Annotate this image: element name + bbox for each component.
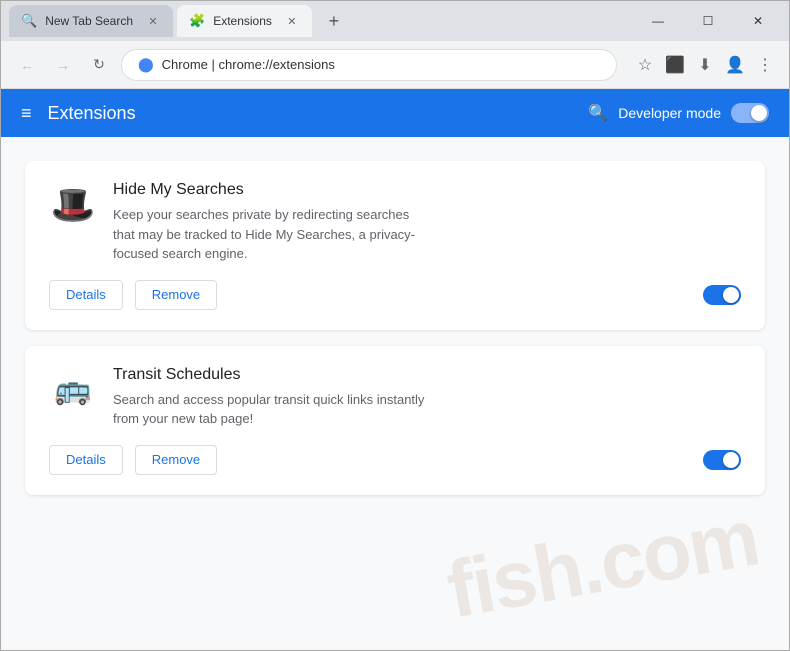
browser-window: 🔍 New Tab Search ✕ 🧩 Extensions ✕ + — ☐ … (0, 0, 790, 651)
extension-card-header-2: 🚌 Transit Schedules Search and access po… (49, 366, 741, 429)
extension-toggle-knob-2 (723, 452, 739, 468)
extension-info-2: Transit Schedules Search and access popu… (113, 366, 741, 429)
extension-puzzle-icon[interactable]: ⬛ (663, 53, 687, 77)
extension-toggle-2[interactable] (703, 450, 741, 470)
tab-new-tab-search[interactable]: 🔍 New Tab Search ✕ (9, 5, 173, 37)
developer-mode-toggle-knob (751, 105, 767, 121)
tab-extensions[interactable]: 🧩 Extensions ✕ (177, 5, 312, 37)
tab-label-new-tab-search: New Tab Search (45, 14, 133, 28)
title-bar: 🔍 New Tab Search ✕ 🧩 Extensions ✕ + — ☐ … (1, 1, 789, 41)
extensions-header: ≡ Extensions 🔍 Developer mode (1, 89, 789, 137)
extension-toggle-knob-1 (723, 287, 739, 303)
extension-actions-1: Details Remove (49, 280, 741, 310)
hamburger-menu-icon[interactable]: ≡ (21, 103, 32, 124)
extensions-content: fish.com 🎩 Hide My Searches Keep your se… (1, 137, 789, 650)
menu-dots-icon[interactable]: ⋮ (753, 53, 777, 77)
details-button-2[interactable]: Details (49, 445, 123, 475)
toolbar-icons: ☆ ⬛ ⬇ 👤 ⋮ (633, 53, 777, 77)
profile-icon[interactable]: 👤 (723, 53, 747, 77)
extension-toggle-1[interactable] (703, 285, 741, 305)
address-input[interactable]: ⬤ Chrome | chrome://extensions (121, 49, 617, 81)
developer-mode-label: Developer mode (618, 105, 721, 121)
remove-button-1[interactable]: Remove (135, 280, 217, 310)
address-text: Chrome | chrome://extensions (162, 57, 335, 72)
minimize-button[interactable]: — (635, 7, 681, 35)
maximize-button[interactable]: ☐ (685, 7, 731, 35)
back-button[interactable]: ← (13, 51, 41, 79)
transit-schedules-icon: 🚌 (49, 366, 97, 414)
address-bar: ← → ↻ ⬤ Chrome | chrome://extensions ☆ ⬛… (1, 41, 789, 89)
developer-mode-toggle[interactable] (731, 103, 769, 123)
developer-mode-section: 🔍 Developer mode (588, 103, 769, 123)
extension-card-hide-my-searches: 🎩 Hide My Searches Keep your searches pr… (25, 161, 765, 330)
new-tab-button[interactable]: + (320, 7, 348, 35)
extensions-search-icon[interactable]: 🔍 (588, 103, 608, 123)
extension-description-2: Search and access popular transit quick … (113, 390, 433, 429)
extension-name-1: Hide My Searches (113, 181, 741, 199)
window-controls: — ☐ ✕ (635, 7, 781, 35)
extension-actions-2: Details Remove (49, 445, 741, 475)
extension-name-2: Transit Schedules (113, 366, 741, 384)
extensions-tab-icon: 🧩 (189, 13, 205, 29)
forward-button[interactable]: → (49, 51, 77, 79)
chrome-logo-icon: ⬤ (138, 56, 154, 73)
address-subdomain: Chrome | (162, 57, 219, 72)
address-path: chrome://extensions (219, 57, 335, 72)
close-tab-extensions[interactable]: ✕ (284, 13, 300, 29)
hide-my-searches-icon: 🎩 (49, 181, 97, 229)
extension-card-header-1: 🎩 Hide My Searches Keep your searches pr… (49, 181, 741, 264)
details-button-1[interactable]: Details (49, 280, 123, 310)
extensions-page-title: Extensions (48, 103, 136, 124)
new-tab-search-icon: 🔍 (21, 13, 37, 29)
download-icon[interactable]: ⬇ (693, 53, 717, 77)
extension-description-1: Keep your searches private by redirectin… (113, 205, 433, 264)
watermark: fish.com (440, 492, 764, 637)
reload-button[interactable]: ↻ (85, 51, 113, 79)
tab-label-extensions: Extensions (213, 14, 272, 28)
close-window-button[interactable]: ✕ (735, 7, 781, 35)
extension-info-1: Hide My Searches Keep your searches priv… (113, 181, 741, 264)
remove-button-2[interactable]: Remove (135, 445, 217, 475)
extension-card-transit-schedules: 🚌 Transit Schedules Search and access po… (25, 346, 765, 495)
bookmark-icon[interactable]: ☆ (633, 53, 657, 77)
close-tab-new-tab-search[interactable]: ✕ (145, 13, 161, 29)
